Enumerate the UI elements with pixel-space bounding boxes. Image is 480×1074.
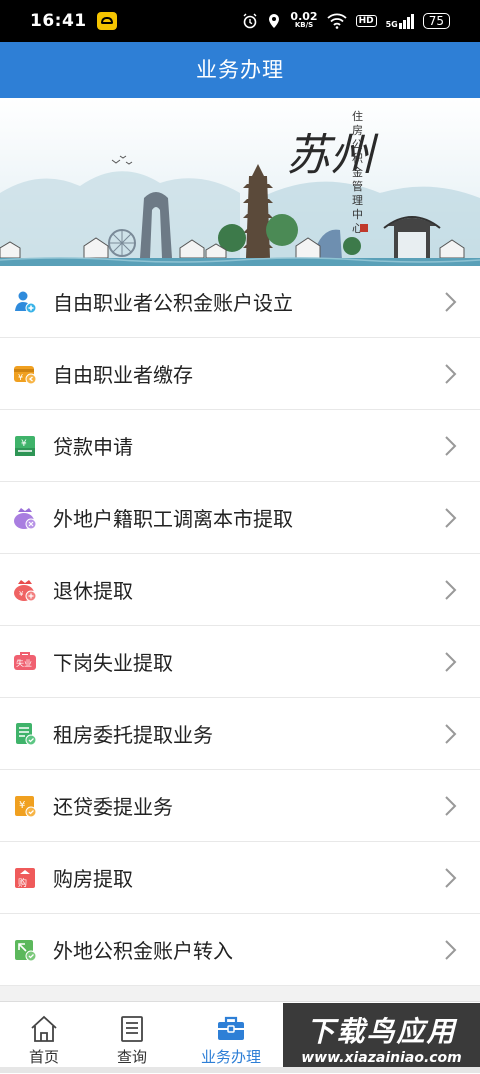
person-add-icon [13,290,37,314]
svg-text:公: 公 [352,138,363,151]
svg-text:住: 住 [352,109,363,123]
chevron-right-icon [445,363,457,384]
chevron-right-icon [445,507,457,528]
menu-item-loan-application[interactable]: ¥ 贷款申请 [0,410,480,482]
menu-item-repayment-withdrawal[interactable]: ¥ 还贷委提业务 [0,770,480,842]
chevron-right-icon [445,723,457,744]
menu-item-label: 还贷委提业务 [53,795,173,819]
menu-item-label: 购房提取 [53,867,133,891]
tab-query[interactable]: 查询 [88,1002,176,1074]
list-icon [121,1016,143,1042]
purse-icon [13,506,37,530]
svg-text:金: 金 [352,165,363,179]
watermark-url: www.xiazainiao.com [301,1050,462,1066]
menu-item-label: 租房委托提取业务 [53,723,213,747]
purchase-icon: 购 [13,866,37,890]
wifi-icon [326,13,347,29]
svg-text:理: 理 [352,194,363,207]
banner-calligraphy: 苏州 [286,130,379,181]
chevron-right-icon [445,795,457,816]
chevron-right-icon [445,939,457,960]
app-notification-icon [96,12,117,30]
watermark-text: 下载鸟应用 [306,1015,457,1048]
menu-item-account-setup[interactable]: 自由职业者公积金账户设立 [0,266,480,338]
svg-text:中: 中 [352,208,363,221]
net-speed: 0.02 KB/S [290,10,318,29]
banner-vertical-text: 住 房 公 积 金 管 理 中 心 [352,109,363,235]
hd-badge: HD [355,15,377,27]
svg-text:¥: ¥ [21,439,27,449]
location-icon [269,14,280,28]
menu-item-retirement-withdrawal[interactable]: ¥ 退休提取 [0,554,480,626]
menu-item-label: 自由职业者缴存 [53,363,193,387]
status-time: 16:41 [30,11,87,31]
tab-label: 首页 [28,1048,59,1066]
briefcase-icon [218,1016,244,1040]
repay-icon: ¥ [13,794,37,818]
svg-text:管: 管 [352,179,363,193]
status-bar: 16:41 0.02 KB/S HD 5G 75 [0,0,480,42]
deposit-icon: ¥ [13,362,37,386]
battery-icon: 75 [422,13,450,29]
signal-icon: 5G [386,13,414,29]
page-title: 业务办理 [0,42,480,98]
menu-item-account-transfer-in[interactable]: 外地公积金账户转入 [0,914,480,986]
menu-item-relocation-withdrawal[interactable]: 外地户籍职工调离本市提取 [0,482,480,554]
menu-item-purchase-withdrawal[interactable]: 购 购房提取 [0,842,480,914]
unemployment-icon: 失业 [13,650,37,674]
tab-label: 查询 [116,1048,147,1066]
business-menu: 自由职业者公积金账户设立 ¥ 自由职业者缴存 ¥ 贷款申请 外地户籍职工调离本市… [0,266,480,986]
home-icon [31,1015,57,1042]
svg-text:¥: ¥ [18,373,23,382]
watermark: 下载鸟应用 www.xiazainiao.com [283,1003,480,1073]
purse-icon: ¥ [13,578,37,602]
svg-text:¥: ¥ [19,800,25,811]
chevron-right-icon [445,435,457,456]
banner-image: 苏州 住 房 公 积 金 管 理 中 心 [0,98,480,266]
gesture-bar [0,1067,480,1073]
tab-label: 业务办理 [200,1048,261,1066]
chevron-right-icon [445,651,457,672]
transfer-icon [13,938,37,962]
menu-item-label: 自由职业者公积金账户设立 [53,291,293,315]
menu-item-rental-withdrawal[interactable]: 租房委托提取业务 [0,698,480,770]
loan-icon: ¥ [13,434,37,458]
menu-item-label: 外地户籍职工调离本市提取 [53,507,293,531]
menu-item-deposit[interactable]: ¥ 自由职业者缴存 [0,338,480,410]
chevron-right-icon [445,579,457,600]
alarm-icon [243,13,257,29]
menu-item-unemployment-withdrawal[interactable]: 失业 下岗失业提取 [0,626,480,698]
svg-text:积: 积 [352,152,363,165]
menu-item-label: 退休提取 [53,579,133,603]
menu-item-label: 贷款申请 [53,435,133,459]
svg-text:房: 房 [352,124,363,137]
tab-business[interactable]: 业务办理 [176,1002,286,1074]
svg-text:失业: 失业 [16,658,32,668]
svg-text:¥: ¥ [19,590,24,598]
menu-item-label: 下岗失业提取 [53,651,173,675]
tab-home[interactable]: 首页 [0,1002,88,1074]
document-icon [13,722,37,746]
chevron-right-icon [445,291,457,312]
menu-item-label: 外地公积金账户转入 [53,939,233,963]
chevron-right-icon [445,867,457,888]
svg-text:购: 购 [18,877,27,889]
